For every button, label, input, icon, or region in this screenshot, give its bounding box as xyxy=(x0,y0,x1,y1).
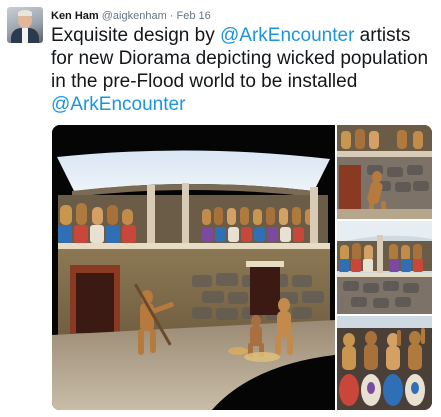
header-separator: · xyxy=(169,10,174,22)
diorama-thumb-1-illustration xyxy=(337,125,432,219)
media-photo-2[interactable] xyxy=(337,125,432,219)
author-name[interactable]: Ken Ham xyxy=(51,10,99,22)
tweet-text: Exquisite design by @ArkEncounter artist… xyxy=(51,24,435,116)
tweet-date[interactable]: Feb 16 xyxy=(177,10,211,22)
media-grid xyxy=(52,125,432,410)
diorama-thumb-3-illustration xyxy=(337,316,432,410)
media-photo-3[interactable] xyxy=(337,221,432,314)
author-handle[interactable]: @aigkenham xyxy=(102,10,167,22)
diorama-main-illustration xyxy=(52,125,335,410)
author-avatar[interactable] xyxy=(7,7,43,43)
avatar-shirt xyxy=(22,28,28,43)
mention-link-1[interactable]: @ArkEncounter xyxy=(220,25,354,46)
avatar-hair xyxy=(18,10,32,16)
mention-link-2[interactable]: @ArkEncounter xyxy=(51,94,185,115)
tweet-text-part1: Exquisite design by xyxy=(51,25,220,46)
media-photo-4[interactable] xyxy=(337,316,432,410)
tweet-header: Ken Ham @aigkenham · Feb 16 xyxy=(51,10,211,23)
tweet-card[interactable]: Ken Ham @aigkenham · Feb 16 Exquisite de… xyxy=(0,0,441,417)
diorama-thumb-2-illustration xyxy=(337,221,432,314)
media-photo-main[interactable] xyxy=(52,125,335,410)
